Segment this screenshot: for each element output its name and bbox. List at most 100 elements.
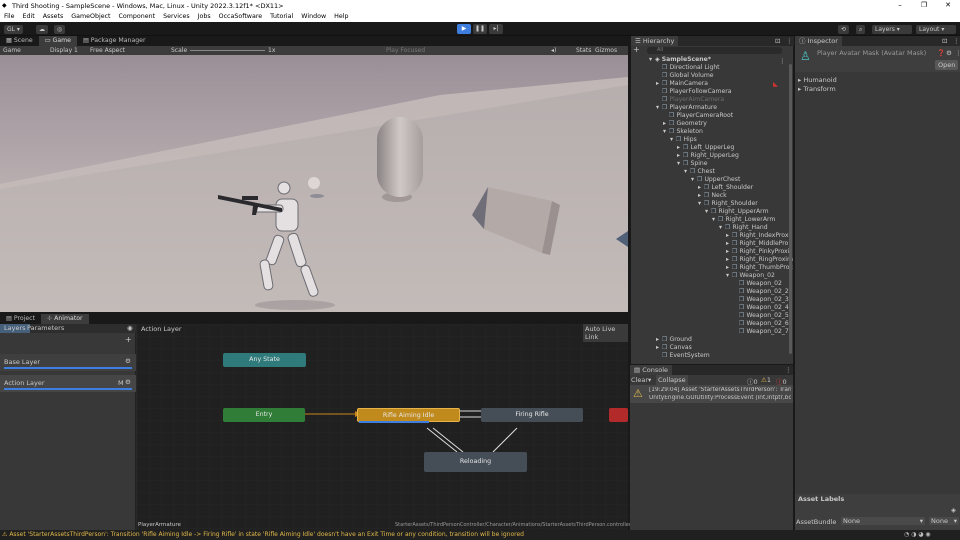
more-icon[interactable]: ⋮ xyxy=(785,366,792,374)
tab-console[interactable]: ▤ Console xyxy=(630,365,673,375)
section-humanoid[interactable]: ▸ Humanoid xyxy=(798,76,837,84)
hierarchy-item[interactable]: ❒ Weapon_02_4 xyxy=(733,304,789,312)
display-dropdown[interactable]: Display 1 xyxy=(50,47,78,54)
tab-parameters[interactable]: Parameters xyxy=(27,324,64,333)
state-reloading[interactable]: Reloading xyxy=(424,452,527,472)
game-viewport[interactable] xyxy=(0,55,628,312)
search-icon[interactable]: ⌕ xyxy=(856,25,866,34)
status-bar[interactable]: ⚠ Asset 'StarterAssetsThirdPerson': Tran… xyxy=(0,530,960,540)
auto-live-link-button[interactable]: Auto Live Link xyxy=(583,324,628,342)
hierarchy-item[interactable]: ❒ Weapon_02_3 xyxy=(733,296,789,304)
hierarchy-item[interactable]: ▸ ❒ Right_PinkyProxi xyxy=(726,248,789,256)
hierarchy-item[interactable]: ❒ Weapon_02 xyxy=(733,280,782,288)
history-icon[interactable]: ⟲ xyxy=(838,25,850,34)
layer-action[interactable]: Action Layer M ⚙ xyxy=(0,375,136,392)
add-layer-button[interactable]: + xyxy=(125,335,132,344)
menu-component[interactable]: Component xyxy=(115,12,160,22)
hierarchy-item[interactable]: ▾ ❒ PlayerArmature xyxy=(656,104,717,112)
menu-file[interactable]: File xyxy=(0,12,19,22)
hierarchy-item[interactable]: ▸ ❒ Right_RingProxim xyxy=(726,256,793,264)
asset-bundle-dropdown[interactable]: None ▾ xyxy=(841,517,925,525)
hierarchy-item[interactable]: ▾ ❒ Chest xyxy=(684,168,715,176)
hierarchy-item[interactable]: ▾ ❒ Spine xyxy=(677,160,708,168)
menu-occasoftware[interactable]: OccaSoftware xyxy=(215,12,267,22)
tab-inspector[interactable]: ⓘ Inspector xyxy=(795,36,842,46)
cloud-icon[interactable]: ☁ xyxy=(36,25,48,34)
hierarchy-item[interactable]: ▸ ❒ Ground xyxy=(656,336,692,344)
tab-game[interactable]: ▭ Game xyxy=(38,36,77,46)
menu-window[interactable]: Window xyxy=(297,12,330,22)
layers-dropdown[interactable]: Layers ▾ xyxy=(872,25,912,34)
play-button[interactable]: ▶ xyxy=(457,24,471,34)
more-icon[interactable]: ⋮ xyxy=(786,37,793,45)
minimize-button[interactable]: – xyxy=(888,1,912,9)
section-transform[interactable]: ▸ Transform xyxy=(798,85,836,93)
hierarchy-item[interactable]: ❒ PlayerCameraRoot xyxy=(663,112,733,120)
layer-settings-icon[interactable]: ⚙ xyxy=(125,378,131,386)
hierarchy-item[interactable]: ❒ Directional Light xyxy=(656,64,720,72)
display-mode-dropdown[interactable]: Game xyxy=(3,47,21,54)
hierarchy-item[interactable]: ▸ ❒ Canvas xyxy=(656,344,692,352)
layer-settings-icon[interactable]: ⚙ xyxy=(125,357,131,365)
hierarchy-item[interactable]: ❒ Weapon_02_5 xyxy=(733,312,789,320)
hierarchy-item[interactable]: ▾ ❒ UpperChest xyxy=(691,176,740,184)
menu-edit[interactable]: Edit xyxy=(19,12,39,22)
pause-button[interactable]: ❚❚ xyxy=(473,24,487,34)
menu-gameobject[interactable]: GameObject xyxy=(67,12,114,22)
scrollbar[interactable] xyxy=(789,64,792,354)
tab-scene[interactable]: ▦ Scene xyxy=(0,36,39,46)
close-button[interactable]: ✕ xyxy=(936,1,960,9)
mute-icon[interactable]: ◂) xyxy=(551,47,556,54)
state-entry[interactable]: Entry xyxy=(223,408,305,422)
lock-icon[interactable]: ⊡ xyxy=(775,37,780,45)
hierarchy-item[interactable]: ▾ ❒ Right_LowerArm xyxy=(712,216,775,224)
hierarchy-item[interactable]: ▸ ❒ Right_IndexProxi xyxy=(726,232,790,240)
hierarchy-item[interactable]: ▾ ❒ Right_Hand xyxy=(719,224,768,232)
asset-variant-dropdown[interactable]: None ▾ xyxy=(929,517,959,525)
console-entry[interactable]: ⚠ [19:29:04] Asset 'StarterAssetsThirdPe… xyxy=(630,385,793,403)
create-button[interactable]: + xyxy=(633,46,640,54)
breadcrumb[interactable]: Action Layer xyxy=(141,325,182,333)
hierarchy-item[interactable]: ▾ ❒ Right_UpperArm xyxy=(705,208,769,216)
hierarchy-item[interactable]: ▸ ❒ Neck xyxy=(698,192,727,200)
layout-dropdown[interactable]: Layout ▾ xyxy=(916,25,956,34)
hierarchy-item[interactable]: ▸ ❒ Left_UpperLeg xyxy=(677,144,734,152)
scale-slider[interactable] xyxy=(190,50,265,51)
clear-dropdown-icon[interactable]: ▾ xyxy=(648,376,651,384)
state-offscreen[interactable] xyxy=(609,408,628,422)
tab-animator[interactable]: ⊹ Animator xyxy=(41,314,89,324)
help-icon[interactable]: ❓ xyxy=(937,49,945,57)
animator-graph[interactable]: Action Layer Auto Live Link Any State En… xyxy=(137,324,631,530)
menu-services[interactable]: Services xyxy=(159,12,194,22)
labels-icon[interactable]: ◈ xyxy=(951,506,956,514)
collapse-button[interactable]: Collapse xyxy=(656,375,688,385)
hierarchy-item[interactable]: ❒ PlayerAimCamera xyxy=(656,96,724,104)
aspect-dropdown[interactable]: Free Aspect xyxy=(90,47,125,54)
hierarchy-item[interactable]: ▸ ❒ MainCamera xyxy=(656,80,708,88)
hierarchy-item[interactable]: ▸ ❒ Right_UpperLeg xyxy=(677,152,739,160)
hierarchy-item[interactable]: ❒ EventSystem xyxy=(656,352,710,360)
status-icons[interactable]: ◔ ◑ ◕ ◉ xyxy=(904,530,931,540)
more-icon[interactable]: ⋮ xyxy=(953,37,960,45)
tab-project[interactable]: ▤ Project xyxy=(0,314,41,324)
menu-assets[interactable]: Assets xyxy=(39,12,68,22)
account-dropdown[interactable]: GL ▾ xyxy=(4,25,23,34)
play-focused-dropdown[interactable]: Play Focused xyxy=(386,47,425,54)
lock-icon[interactable]: ⊡ xyxy=(942,37,947,45)
state-any-state[interactable]: Any State xyxy=(223,353,306,367)
hierarchy-item[interactable]: ❒ Weapon_02_2 xyxy=(733,288,789,296)
stats-button[interactable]: Stats xyxy=(576,47,591,54)
hierarchy-item[interactable]: ❒ Weapon_02_6 xyxy=(733,320,789,328)
menu-jobs[interactable]: Jobs xyxy=(194,12,215,22)
step-button[interactable]: ▸| xyxy=(489,24,503,34)
state-firing-rifle[interactable]: Firing Rifle xyxy=(481,408,583,422)
eye-icon[interactable]: ◉ xyxy=(127,324,133,333)
maximize-button[interactable]: ❐ xyxy=(912,1,936,9)
state-rifle-aiming-idle[interactable]: Rifle Aiming Idle xyxy=(357,408,460,422)
clear-button[interactable]: Clear xyxy=(631,376,648,384)
hierarchy-item[interactable]: ▸ ❒ Right_MiddlePro xyxy=(726,240,788,248)
hierarchy-item[interactable]: ❒ PlayerFollowCamera xyxy=(656,88,731,96)
tab-layers[interactable]: Layers xyxy=(0,324,30,333)
menu-tutorial[interactable]: Tutorial xyxy=(266,12,297,22)
hierarchy-item[interactable]: ❒ Global Volume xyxy=(656,72,714,80)
